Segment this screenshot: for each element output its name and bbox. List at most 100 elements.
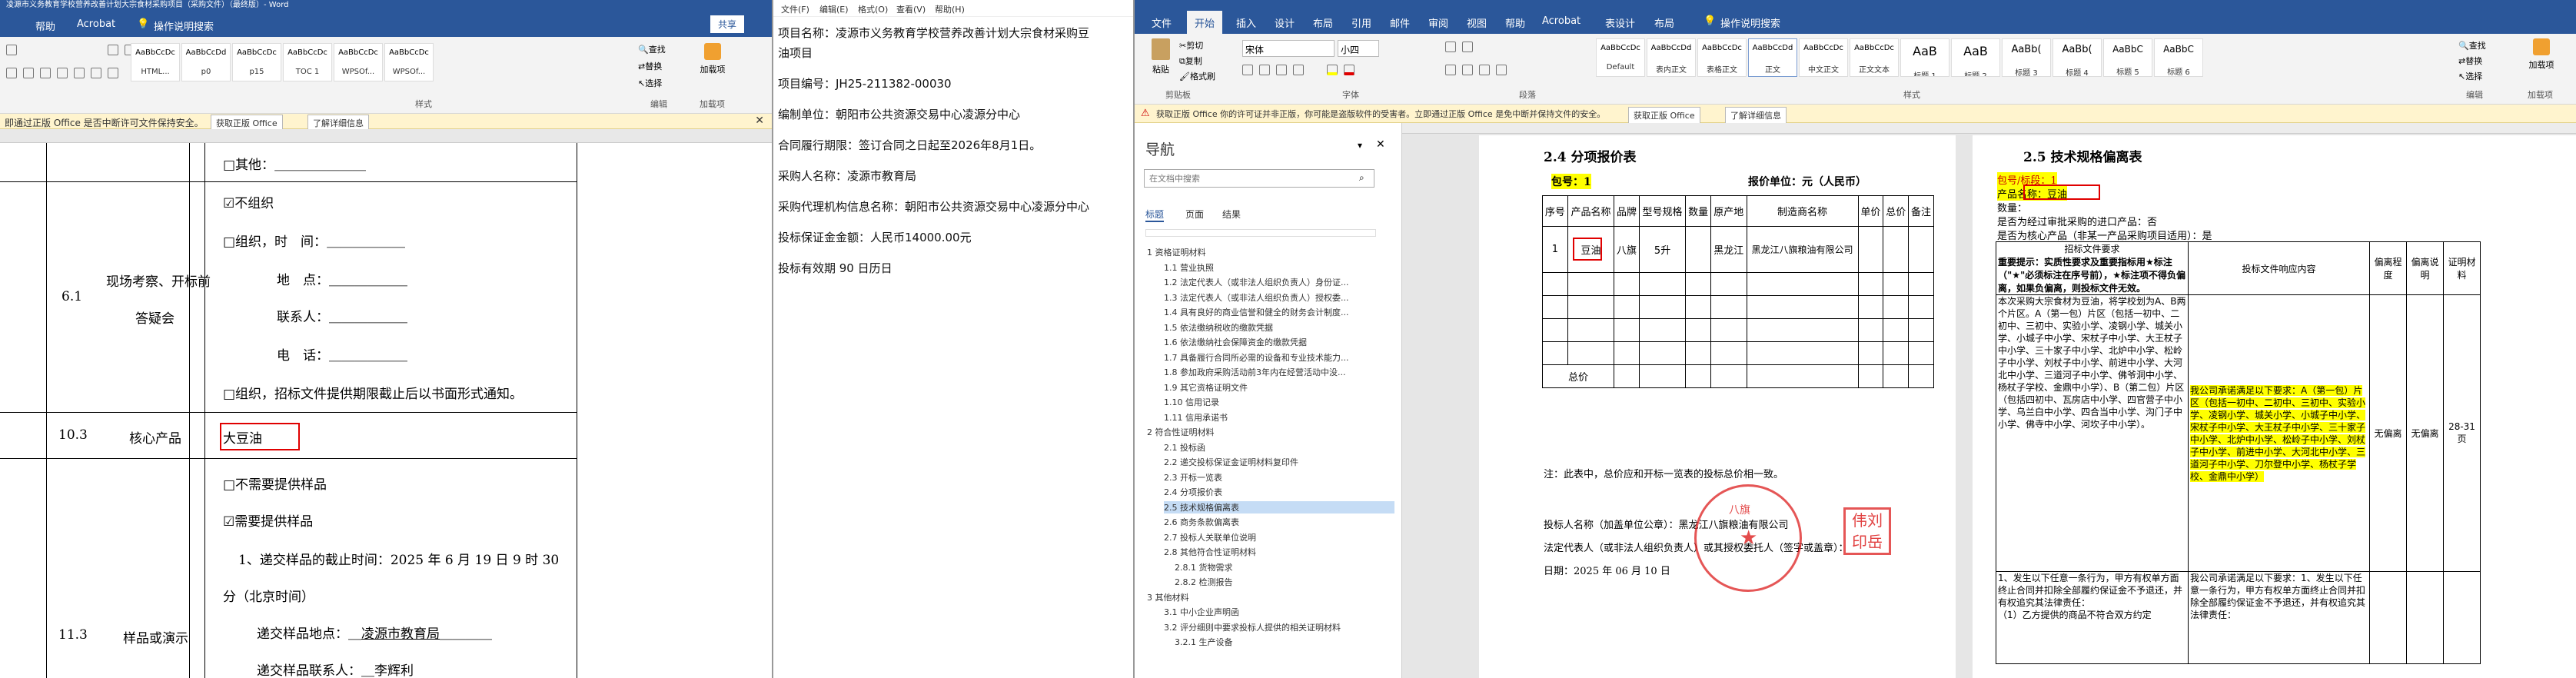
italic-icon[interactable] bbox=[1259, 65, 1270, 75]
bullets-icon[interactable] bbox=[1445, 42, 1456, 52]
select-button[interactable]: ↖选择 bbox=[638, 75, 666, 92]
style-heading-1[interactable]: AaB 标题 1 bbox=[1900, 38, 1949, 77]
nav-heading-item[interactable]: 1.2 法定代表人（或非法人组织负责人）身份证... bbox=[1164, 276, 1394, 288]
tab-references[interactable]: 引用 bbox=[1351, 15, 1371, 30]
nav-heading-item[interactable]: 1.10 信用记录 bbox=[1164, 396, 1394, 408]
nav-heading-item[interactable]: 1.4 具有良好的商业信誉和健全的财务会计制度... bbox=[1164, 306, 1394, 318]
notepad-text-area[interactable]: 项目名称：凌源市义务教育学校营养改善计划大宗食材采购豆 油项目 项目编号：JH2… bbox=[778, 23, 1132, 278]
copy-button[interactable]: ⧉复制 bbox=[1179, 54, 1215, 69]
style-normal[interactable]: AaBbCcDd 正文 bbox=[1748, 38, 1797, 77]
nav-heading-item[interactable]: 2.7 投标人关联单位说明 bbox=[1164, 531, 1394, 543]
tab-acrobat[interactable]: Acrobat bbox=[77, 18, 115, 30]
format-painter-button[interactable]: 🖌格式刷 bbox=[1179, 69, 1215, 85]
nav-heading-item[interactable]: 2.5 技术规格偏离表 bbox=[1164, 500, 1394, 513]
nav-heading-item[interactable]: 3.1 中小企业声明函 bbox=[1164, 606, 1394, 618]
nav-heading-item[interactable]: 2.8.1 货物需求 bbox=[1175, 561, 1390, 573]
sort-icon[interactable] bbox=[108, 45, 118, 55]
nav-heading-item[interactable]: 3.2 评分细则中要求投标人提供的相关证明材料 bbox=[1164, 621, 1394, 633]
nav-heading-item[interactable]: 3 其他材料 bbox=[1147, 591, 1393, 603]
menu-view[interactable]: 查看(V) bbox=[896, 3, 926, 15]
nav-tab-headings[interactable]: 标题 bbox=[1145, 208, 1165, 222]
style-heading-5[interactable]: AaBbC 标题 5 bbox=[2103, 38, 2152, 77]
align-left-icon[interactable] bbox=[6, 68, 17, 78]
align-center-icon[interactable] bbox=[1462, 65, 1473, 75]
tab-review[interactable]: 审阅 bbox=[1428, 15, 1448, 30]
chevron-down-icon[interactable]: ▾ bbox=[1358, 140, 1362, 151]
align-right-icon[interactable] bbox=[1479, 65, 1490, 75]
style-chinese-body[interactable]: AaBbCcDc 中文正文 bbox=[1799, 38, 1848, 77]
nav-tab-results[interactable]: 结果 bbox=[1222, 208, 1241, 221]
style-heading-3[interactable]: AaBb(标题 3 bbox=[2002, 38, 2051, 77]
style-heading-2[interactable]: AaB 标题 2 bbox=[1951, 38, 2000, 77]
tab-table-layout[interactable]: 布局 bbox=[1654, 15, 1674, 30]
justify-icon[interactable] bbox=[1496, 65, 1507, 75]
bold-icon[interactable] bbox=[1242, 65, 1253, 75]
tab-table-design[interactable]: 表设计 bbox=[1605, 15, 1635, 30]
tab-help[interactable]: 帮助 bbox=[35, 18, 55, 33]
nav-heading-item[interactable]: 2.2 递交投标保证金证明材料复印件 bbox=[1164, 456, 1394, 468]
style-p15[interactable]: AaBbCcDc p15 bbox=[232, 43, 281, 81]
tell-me-search-right[interactable]: 操作说明搜索 bbox=[1720, 15, 1780, 30]
replace-button[interactable]: ⇄替换 bbox=[638, 58, 666, 75]
nav-heading-item[interactable]: 1.9 其它资格证明文件 bbox=[1164, 381, 1394, 394]
style-wpsof-1[interactable]: AaBbCcDc WPSOf... bbox=[334, 43, 383, 81]
tab-home[interactable]: 开始 bbox=[1187, 11, 1223, 36]
tell-me-search[interactable]: 操作说明搜索 bbox=[154, 18, 214, 33]
replace-button-right[interactable]: ⇄替换 bbox=[2458, 54, 2486, 69]
nav-heading-item[interactable]: 2.6 商务条款偏离表 bbox=[1164, 516, 1394, 528]
menu-file[interactable]: 文件(F) bbox=[781, 3, 809, 15]
underline-icon[interactable] bbox=[1276, 65, 1287, 75]
nav-search-input[interactable] bbox=[1144, 169, 1374, 188]
close-icon[interactable]: ✕ bbox=[755, 115, 764, 127]
nav-heading-item[interactable]: 2.1 投标函 bbox=[1164, 441, 1394, 454]
highlight-color-icon[interactable] bbox=[1327, 65, 1338, 75]
nav-heading-item[interactable]: 1.5 依法缴纳税收的缴款凭据 bbox=[1164, 321, 1394, 334]
nav-heading-item[interactable]: 1.3 法定代表人（或非法人组织负责人）授权委... bbox=[1164, 291, 1394, 304]
paste-button[interactable]: 粘贴 bbox=[1147, 38, 1175, 75]
style-default[interactable]: AaBbCcDc Default bbox=[1596, 38, 1645, 77]
nav-heading-item[interactable]: 2.4 分项报价表 bbox=[1164, 486, 1394, 498]
clear-format-icon[interactable] bbox=[6, 45, 17, 55]
nav-heading-item[interactable]: 2.8.2 检测报告 bbox=[1175, 576, 1390, 588]
nav-heading-item[interactable]: 2.3 开标一览表 bbox=[1164, 471, 1394, 484]
align-right-icon[interactable] bbox=[40, 68, 51, 78]
strikethrough-icon[interactable] bbox=[1293, 65, 1304, 75]
nav-heading-item[interactable]: 2 符合性证明材料 bbox=[1147, 426, 1393, 438]
style-body-text[interactable]: AaBbCcDc 正文文本 bbox=[1850, 38, 1899, 77]
nav-heading-item[interactable]: 2.8 其他符合性证明材料 bbox=[1164, 546, 1394, 558]
tab-design[interactable]: 设计 bbox=[1275, 15, 1295, 30]
nav-heading-item[interactable]: 1.8 参加政府采购活动前3年内在经营活动中没... bbox=[1164, 366, 1394, 378]
menu-help[interactable]: 帮助(H) bbox=[935, 3, 965, 15]
find-button-right[interactable]: 🔍查找 bbox=[2458, 38, 2486, 54]
select-button-right[interactable]: ↖选择 bbox=[2458, 69, 2486, 85]
learn-more-button-right[interactable]: 了解详细信息 bbox=[1725, 107, 1787, 124]
nav-tab-pages[interactable]: 页面 bbox=[1185, 208, 1204, 221]
justify-icon[interactable] bbox=[57, 68, 68, 78]
nav-collapse-bar[interactable] bbox=[1145, 229, 1376, 237]
search-icon[interactable]: ⌕ bbox=[1359, 172, 1364, 184]
nav-heading-item[interactable]: 3.2.1 生产设备 bbox=[1175, 636, 1390, 648]
tab-layout[interactable]: 布局 bbox=[1313, 15, 1333, 30]
share-button[interactable]: 共享 bbox=[710, 15, 745, 33]
nav-heading-item[interactable]: 1.6 依法缴纳社会保障资金的缴款凭据 bbox=[1164, 336, 1394, 348]
style-p0[interactable]: AaBbCcDd p0 bbox=[181, 43, 231, 81]
nav-heading-item[interactable]: 1.11 信用承诺书 bbox=[1164, 411, 1394, 424]
style-wpsof-2[interactable]: AaBbCcDc WPSOf... bbox=[384, 43, 434, 81]
style-table-text[interactable]: AaBbCcDc 表格正文 bbox=[1697, 38, 1747, 77]
close-icon[interactable]: ✕ bbox=[1376, 138, 1385, 151]
get-genuine-button-right[interactable]: 获取正版 Office bbox=[1628, 107, 1700, 124]
style-table-body[interactable]: AaBbCcDd 表内正文 bbox=[1647, 38, 1696, 77]
find-button[interactable]: 🔍查找 bbox=[638, 42, 666, 58]
tab-help-right[interactable]: 帮助 bbox=[1505, 15, 1525, 30]
style-heading-6[interactable]: AaBbC 标题 6 bbox=[2154, 38, 2203, 77]
align-left-icon[interactable] bbox=[1445, 65, 1456, 75]
style-html[interactable]: AaBbCcDc HTML... bbox=[131, 43, 180, 81]
align-center-icon[interactable] bbox=[23, 68, 34, 78]
tab-mailings[interactable]: 邮件 bbox=[1390, 15, 1410, 30]
nav-heading-item[interactable]: 1 资格证明材料 bbox=[1147, 246, 1393, 258]
tab-acrobat-right[interactable]: Acrobat bbox=[1542, 15, 1581, 27]
nav-heading-item[interactable]: 1.7 具备履行合同所必需的设备和专业技术能力... bbox=[1164, 351, 1394, 364]
font-name-select[interactable]: 宋体 bbox=[1242, 40, 1335, 57]
addins-button-right[interactable]: 加载项 bbox=[2526, 38, 2557, 71]
style-toc1[interactable]: AaBbCcDc TOC 1 bbox=[283, 43, 332, 81]
